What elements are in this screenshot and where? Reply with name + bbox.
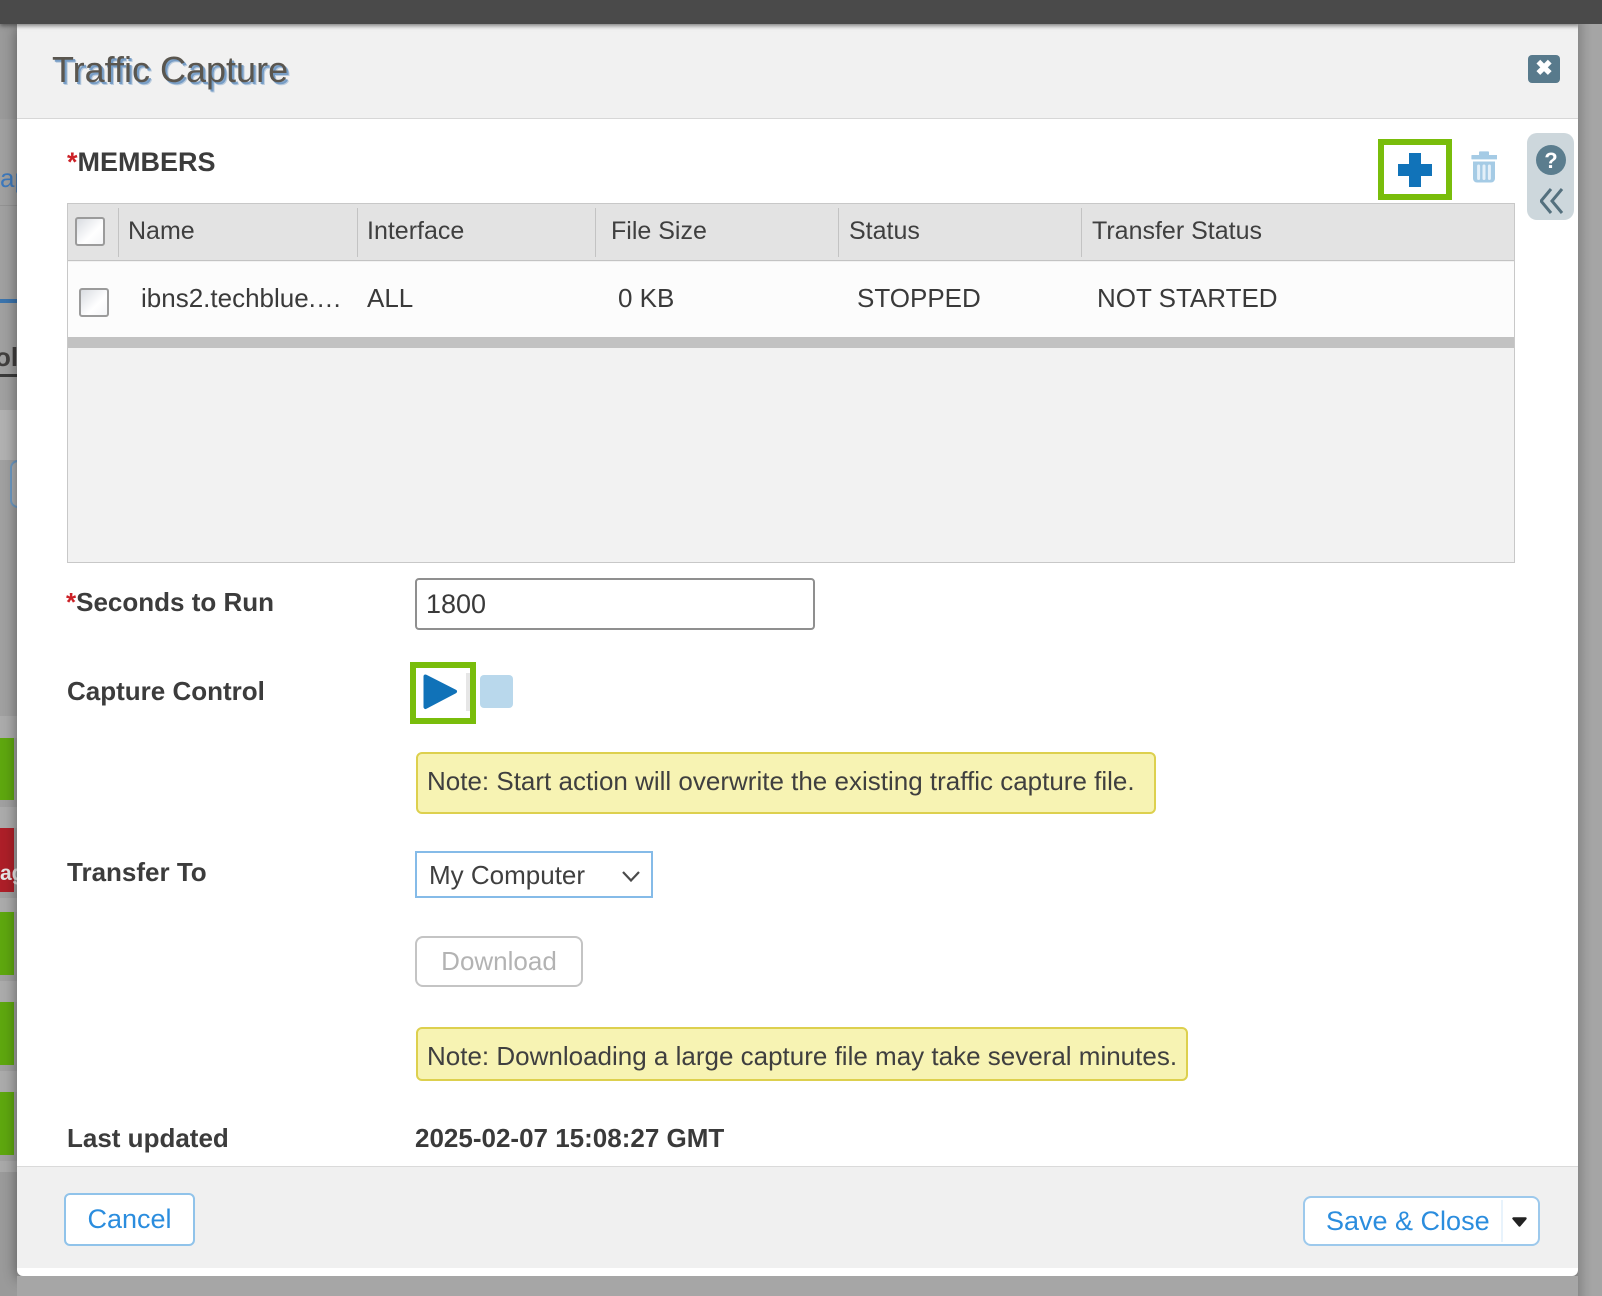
svg-text:?: ? [1544, 148, 1557, 173]
